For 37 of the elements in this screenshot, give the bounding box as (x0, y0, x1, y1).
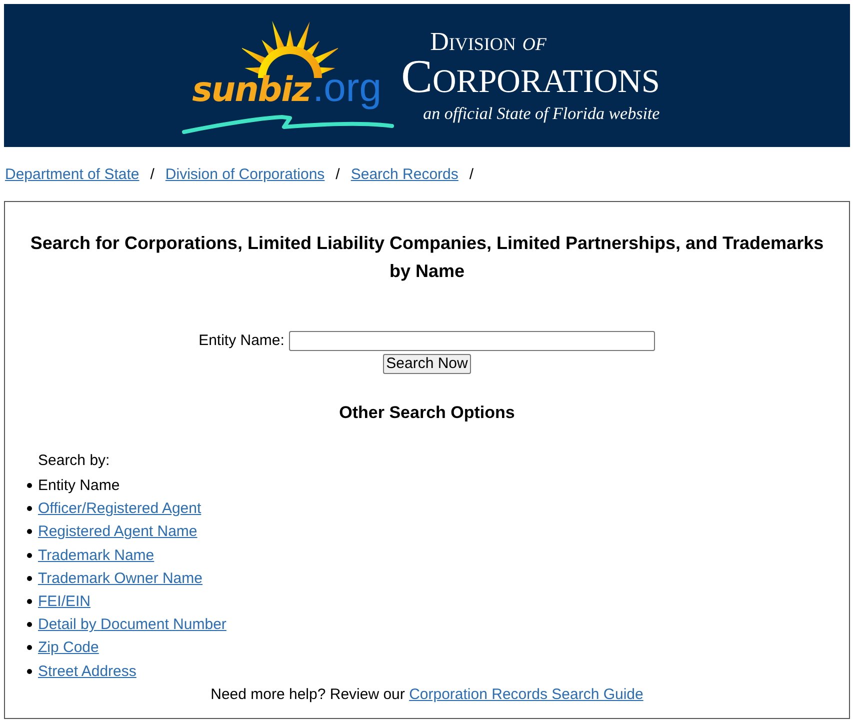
section-heading: Other Search Options (338, 403, 516, 423)
logo-wordmark: sunbiz (192, 70, 311, 110)
field-label: Entity Name: (198, 331, 284, 351)
breadcrumb-separator: / (336, 166, 340, 184)
search-option-link[interactable]: Trademark Owner Name (38, 570, 202, 587)
breadcrumb-link[interactable]: Search Records (350, 166, 458, 184)
bullet-icon (27, 599, 32, 604)
search-option-link[interactable]: Officer/Registered Agent (38, 500, 202, 518)
breadcrumb-separator: / (150, 166, 154, 184)
logo-domain: .org (312, 68, 382, 108)
guide-link[interactable]: Corporation Records Search Guide (409, 686, 644, 703)
bullet-icon (27, 622, 32, 628)
search-option-link[interactable]: Zip Code (38, 639, 99, 656)
search-option-text: Entity Name (38, 477, 120, 494)
banner-subtitle: Division of (430, 28, 546, 56)
search-option-link[interactable]: Registered Agent Name (38, 523, 198, 540)
bullet-icon (27, 529, 32, 534)
entity-name-field[interactable] (289, 331, 656, 351)
search-option-link[interactable]: Detail by Document Number (38, 616, 226, 634)
breadcrumb-link[interactable]: Division of Corporations (165, 166, 325, 184)
banner-title: Corporations (401, 56, 660, 98)
bullet-icon (27, 645, 32, 650)
bullet-icon (27, 668, 32, 674)
breadcrumb-link[interactable]: Department of State (5, 166, 140, 184)
list-intro: Search by: (37, 452, 111, 470)
bullet-icon (27, 552, 32, 558)
help-text: Need more help? Review our Corporation Records Search Guide (210, 684, 644, 705)
banner-tagline: an official State of Florida website (423, 104, 660, 124)
search-button[interactable]: Search Now (383, 354, 471, 374)
breadcrumb-separator: / (469, 166, 474, 184)
bullet-icon (27, 576, 32, 581)
search-option-link[interactable]: FEI/EIN (38, 593, 91, 610)
search-option-link[interactable]: Street Address (38, 662, 136, 680)
bullet-icon (27, 506, 32, 512)
page-heading: Search for Corporations, Limited Liability Companies, Limited Partnerships, and Trademarks by Name (29, 232, 825, 283)
search-option-link[interactable]: Trademark Name (38, 546, 154, 564)
bullet-icon (27, 483, 32, 488)
